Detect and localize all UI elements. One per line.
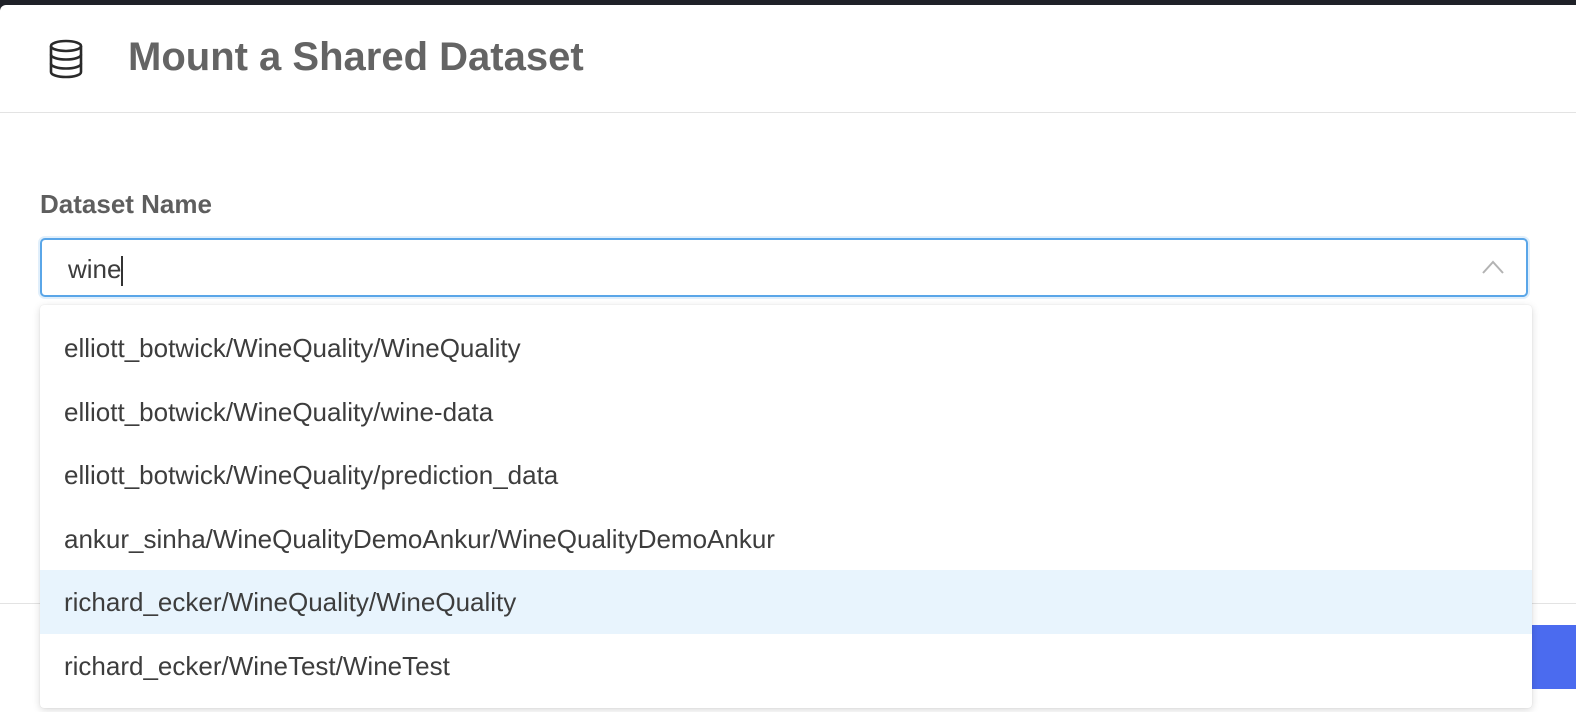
chevron-up-icon[interactable] bbox=[1482, 260, 1504, 274]
dropdown-option[interactable]: elliott_botwick/WineQuality/prediction_d… bbox=[40, 443, 1532, 507]
dialog-header: Mount a Shared Dataset bbox=[0, 5, 1576, 113]
dropdown-option[interactable]: richard_ecker/WineQuality/WineQuality bbox=[40, 570, 1532, 634]
dropdown-option[interactable]: elliott_botwick/WineQuality/WineQuality bbox=[40, 316, 1532, 380]
dataset-options-dropdown: elliott_botwick/WineQuality/WineQuality … bbox=[40, 305, 1532, 708]
dropdown-option[interactable]: elliott_botwick/WineQuality/wine-data bbox=[40, 380, 1532, 444]
dataset-name-select[interactable]: wine bbox=[40, 238, 1528, 297]
text-caret bbox=[121, 256, 124, 287]
dataset-name-input-value: wine bbox=[68, 254, 122, 284]
dropdown-option[interactable]: ankur_sinha/WineQualityDemoAnkur/WineQua… bbox=[40, 507, 1532, 571]
database-icon bbox=[44, 37, 88, 81]
dataset-name-input[interactable]: wine bbox=[68, 250, 1448, 288]
dialog-title: Mount a Shared Dataset bbox=[128, 35, 584, 79]
dataset-name-label: Dataset Name bbox=[40, 189, 212, 219]
dropdown-option[interactable]: richard_ecker/WineTest/WineTest bbox=[40, 634, 1532, 698]
